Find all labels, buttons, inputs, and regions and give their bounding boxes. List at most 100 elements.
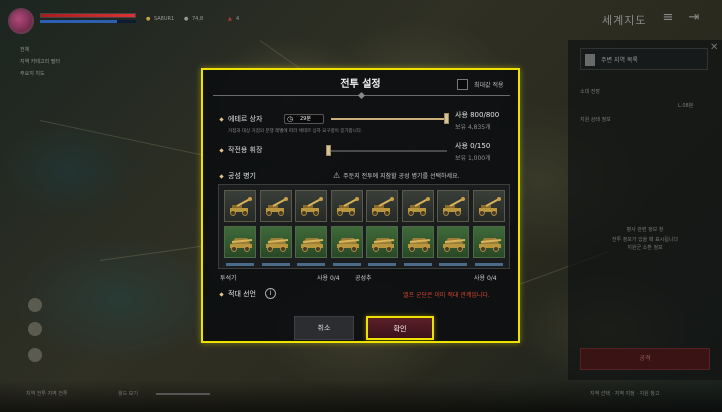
attack-button[interactable]: 공격 (580, 348, 710, 370)
slot-status-bar (297, 263, 325, 266)
banner-use: 사용 0/150 (455, 142, 491, 150)
title-divider (213, 95, 510, 96)
bottom-info[interactable]: 지역 선택 · 지역 지정 · 지원 창고 (590, 390, 660, 397)
hostile-declaration-label: 적대 선언 (228, 290, 256, 298)
panel-center-text: 지원군 소환 정보 (627, 245, 663, 251)
catapult-slot-icon (230, 197, 252, 216)
region-list-header[interactable]: 주변 지역 목록 (580, 48, 708, 70)
banner-slider-knob[interactable] (326, 145, 331, 156)
bookmark-icon (585, 54, 595, 66)
cancel-button[interactable]: 취소 (294, 316, 354, 340)
siege-weapon-label: 공성 병기 (228, 172, 256, 180)
catapult-slot[interactable] (437, 190, 469, 222)
siege-ram-slot-icon (443, 238, 466, 252)
siege-ram-slot[interactable] (259, 226, 292, 258)
menu-icon[interactable]: ≡ (660, 10, 676, 26)
resource-count: 4 (236, 16, 240, 22)
hostile-notice: 엘프 군단은 이미 적대 관계입니다. (403, 292, 490, 299)
bottom-info[interactable]: 월드 보기 (118, 390, 138, 397)
gold-icon: ● (146, 16, 151, 22)
aether-slider-knob[interactable] (444, 113, 449, 124)
battle-settings-dialog: 전투 설정 최대값 적용 에테르 상자 ◷ 29분 사용 800/800 보유 … (201, 68, 520, 343)
aether-slider[interactable] (331, 118, 447, 120)
aether-box-label: 에테르 상자 (228, 115, 263, 123)
warning-icon: ⚠ (333, 171, 341, 180)
clock-icon: ◷ (287, 115, 294, 123)
zoom-slider[interactable] (156, 393, 210, 395)
player-avatar[interactable] (8, 8, 34, 34)
bullet-icon (219, 148, 224, 153)
slot-status-bar (474, 263, 503, 266)
aether-use: 사용 800/800 (455, 111, 500, 119)
exit-icon[interactable]: ⇥ (686, 10, 702, 26)
bullet-icon (219, 174, 224, 179)
siege-ram-usage: 사용 0/4 (474, 275, 497, 282)
hp-bar (40, 13, 136, 18)
catapult-slot[interactable] (330, 190, 363, 222)
siege-ram-slot[interactable] (366, 226, 398, 258)
side-tool-icon[interactable] (28, 298, 42, 312)
max-apply-label: 최대값 적용 (474, 82, 504, 89)
side-tool-icon[interactable] (28, 322, 42, 336)
bottom-hud: 지역 전투 지역 전투 월드 보기 지역 선택 · 지역 지정 · 지원 창고 (0, 380, 722, 412)
catapult-label: 투석기 (220, 275, 237, 282)
bullet-icon (219, 292, 224, 297)
aether-note: 거점과 대상 거점의 분쟁 레벨에 따라 에테르 상자 요구량이 증가합니다. (228, 129, 363, 134)
slot-status-bar (332, 263, 361, 266)
filter-item[interactable]: 지역 카테고리 필터 (20, 56, 110, 68)
panel-center-text: 전투 정보가 있을 때 표시됩니다 (611, 237, 679, 243)
siege-ram-label: 공성추 (355, 275, 372, 282)
slot-status-bar (261, 263, 290, 266)
world-map-title: 세계지도 (602, 14, 647, 27)
catapult-slot[interactable] (259, 190, 292, 222)
region-side-panel: 주변 지역 목록 ✕ 소대 전장 L.08분 지원 상태 정보 병사 관련 정보… (568, 40, 722, 380)
siege-weapon-grid (218, 184, 510, 269)
filter-item[interactable]: 전체 (20, 44, 110, 56)
siege-ram-slot[interactable] (472, 226, 505, 258)
aether-timer: ◷ 29분 (284, 114, 324, 124)
confirm-button[interactable]: 확인 (366, 316, 434, 340)
catapult-slot-icon (443, 197, 465, 216)
slot-status-bar (403, 263, 432, 266)
catapult-slot[interactable] (472, 190, 505, 222)
catapult-slot-icon (372, 197, 394, 216)
info-icon[interactable]: i (265, 288, 276, 299)
aether-slider-fill (331, 118, 447, 120)
catapult-slot[interactable] (224, 190, 256, 222)
siege-ram-slot-icon (301, 238, 324, 252)
catapult-slot-icon (336, 197, 359, 216)
siege-ram-slot[interactable] (437, 226, 469, 258)
siege-ram-slot[interactable] (401, 226, 434, 258)
filter-item[interactable]: 주요지 지도 (20, 68, 110, 80)
siege-ram-slot-icon (336, 238, 359, 252)
slot-status-bar (368, 263, 396, 266)
player-level: 74,8 (192, 16, 204, 22)
siege-ram-slot[interactable] (330, 226, 363, 258)
catapult-slot[interactable] (401, 190, 434, 222)
slot-status-bar (439, 263, 467, 266)
banner-label: 작전용 휘장 (228, 146, 263, 154)
catapult-slot[interactable] (295, 190, 327, 222)
player-name: SA8UR1 (154, 16, 175, 22)
side-tool-icon[interactable] (28, 348, 42, 362)
siege-ram-slot[interactable] (295, 226, 327, 258)
aether-owned: 보유 4,835개 (455, 124, 491, 131)
potion-icon: ▲ (228, 16, 232, 22)
siege-ram-slot-icon (478, 238, 501, 252)
level-icon: ● (184, 16, 189, 22)
catapult-slot-icon (301, 197, 323, 216)
siege-ram-slot-icon (230, 238, 253, 252)
catapult-slot[interactable] (366, 190, 398, 222)
bullet-icon (219, 117, 224, 122)
slot-status-bar (226, 263, 254, 266)
siege-ram-slot[interactable] (224, 226, 256, 258)
catapult-slot-icon (265, 197, 288, 216)
siege-warning: ⚠ 주둔지 전투에 지참할 공성 병기를 선택하세요. (333, 171, 460, 180)
map-filter-list: 전체 지역 카테고리 필터 주요지 지도 (20, 44, 110, 80)
top-hud: ● SA8UR1 ● 74,8 ▲ 4 세계지도 ≡ ⇥ (0, 0, 722, 40)
close-icon[interactable]: ✕ (710, 42, 718, 53)
max-apply-checkbox[interactable] (457, 79, 468, 90)
banner-slider[interactable] (329, 150, 447, 152)
siege-ram-slot-icon (265, 238, 288, 252)
dialog-title: 전투 설정 (340, 79, 381, 90)
